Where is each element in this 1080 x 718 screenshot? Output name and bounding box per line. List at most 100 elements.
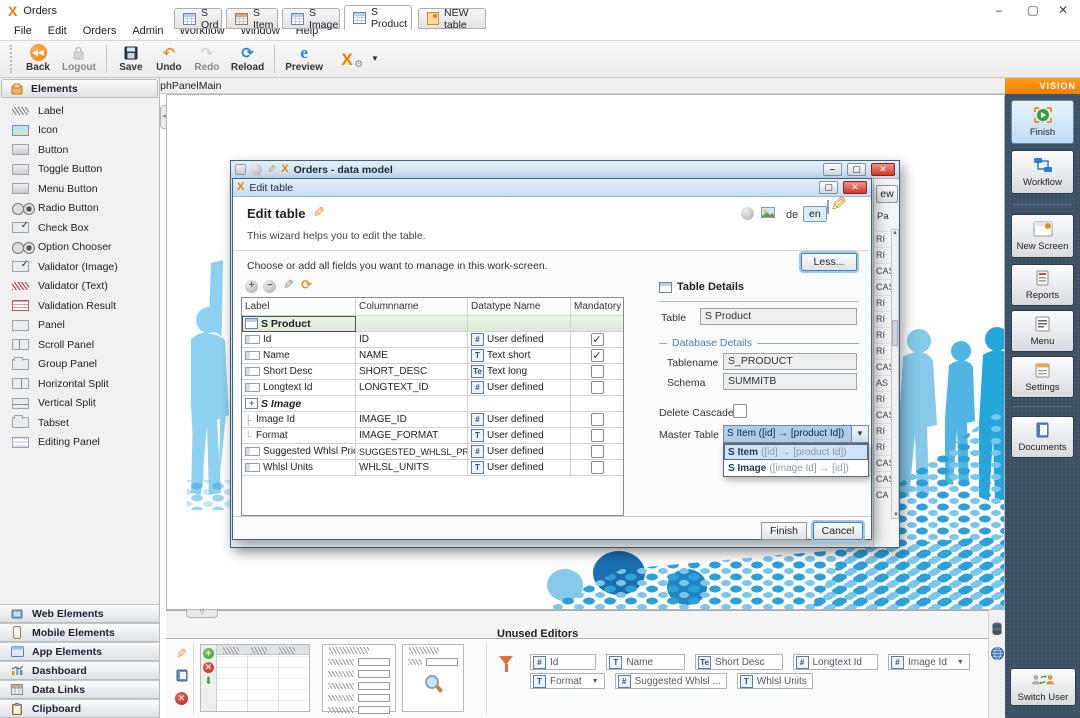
mandatory-checkbox[interactable]: ✓ [591,333,604,346]
palette-item-check-box[interactable]: Check Box [0,218,159,238]
elements-header[interactable]: Elements [1,79,158,98]
save-button[interactable]: Save [112,41,150,77]
field-row-datatype[interactable]: #User defined [468,444,571,460]
field-row-mandatory[interactable] [571,412,623,428]
palette-item-validation-result[interactable]: Validation Result [0,296,159,316]
settings-rail-button[interactable]: Settings [1011,356,1074,398]
group-row-s-image[interactable]: S Image [242,396,356,412]
maximize-button[interactable]: ▢ [1016,0,1050,22]
palette-item-panel[interactable]: Panel [0,316,159,336]
tab-s-image[interactable]: S Image [282,8,340,29]
add-field-icon[interactable]: + [245,280,258,293]
field-row-datatype[interactable]: #User defined [468,332,571,348]
field-row-columnname[interactable]: SHORT_DESC [356,364,468,380]
editor-chip-id[interactable]: #Id [530,654,596,670]
field-row-columnname[interactable]: IMAGE_ID [356,412,468,428]
palette-item-option-chooser[interactable]: Option Chooser [0,238,159,258]
hand-tool-icon[interactable] [741,207,754,220]
field-row-label[interactable]: ├Image Id [242,412,356,428]
field-row-label[interactable]: Short Desc [242,364,356,380]
preview-button[interactable]: e Preview [280,41,328,77]
field-row-label[interactable]: Name [242,348,356,364]
combo-chevron-icon[interactable]: ▼ [851,426,868,442]
menu-admin[interactable]: Admin [124,23,171,39]
workflow-rail-button[interactable]: Workflow [1011,150,1074,194]
editor-chip-name[interactable]: TName [606,654,685,670]
reports-rail-button[interactable]: Reports [1011,264,1074,306]
editor-chip-longtext-id[interactable]: #Longtext Id [793,654,878,670]
redo-button[interactable]: ↷ Redo [188,41,226,77]
palette-item-button[interactable]: Button [0,140,159,160]
window-tool-icon[interactable] [251,164,262,175]
accordion-web-elements[interactable]: Web Elements [0,604,159,623]
field-row-datatype[interactable]: TText short [468,348,571,364]
column-header-label[interactable]: Label [242,298,356,316]
close-button[interactable]: ✕ [1046,0,1080,22]
palette-item-validator-image[interactable]: Validator (Image) [0,257,159,277]
field-row-mandatory[interactable] [571,444,623,460]
refresh-fields-icon[interactable]: ⟳ [301,277,312,293]
image-tool-icon[interactable] [761,207,775,221]
field-row-mandatory[interactable] [571,380,623,396]
editor-chip-short-desc[interactable]: TeShort Desc [695,654,782,670]
database-icon[interactable] [992,622,1002,639]
cancel-button[interactable]: Cancel [813,522,863,540]
mandatory-checkbox[interactable] [591,445,604,458]
mandatory-checkbox[interactable] [591,381,604,394]
field-row-label[interactable]: Whlsl Units [242,460,356,476]
switch-user-button[interactable]: Switch User [1010,668,1076,706]
mandatory-checkbox[interactable] [591,429,604,442]
table-widget-template[interactable]: + ✕ ⬇ [200,644,310,712]
dropdown-option-s-item[interactable]: S Item ([id] → [product Id]) [724,444,868,460]
data-model-titlebar[interactable]: ✎ X Orders - data model – ▢ ✕ [231,161,899,179]
delete-cascade-checkbox[interactable] [733,404,747,418]
reload-button[interactable]: ⟳ Reload [226,41,269,77]
menu-file[interactable]: File [6,23,40,39]
editor-chip-image-id[interactable]: #Image Id▼ [888,654,970,670]
palette-item-validator-text[interactable]: Validator (Text) [0,277,159,297]
new-screen-rail-button[interactable]: New Screen [1011,214,1074,258]
palette-item-scroll-panel[interactable]: Scroll Panel [0,335,159,355]
window-maximize-button[interactable]: ▢ [847,163,866,176]
filter-funnel-icon[interactable] [499,656,513,665]
master-table-combo[interactable]: S Item ([id] → [product Id]) ▼ [723,425,869,443]
field-row-columnname[interactable]: WHLSL_UNITS [356,460,468,476]
field-row-mandatory[interactable] [571,428,623,444]
accordion-clipboard[interactable]: Clipboard [0,699,159,718]
documents-rail-button[interactable]: Documents [1011,416,1074,458]
accordion-app-elements[interactable]: App Elements [0,642,159,661]
window-tool-icon[interactable] [235,164,246,175]
mandatory-checkbox[interactable] [591,413,604,426]
field-row-columnname[interactable]: LONGTEXT_ID [356,380,468,396]
visionx-button[interactable]: X⚙ [328,41,366,77]
field-row-datatype[interactable]: TUser defined [468,428,571,444]
palette-item-toggle-button[interactable]: Toggle Button [0,160,159,180]
logout-button[interactable]: Logout [57,41,101,77]
menu-rail-button[interactable]: Menu [1011,310,1074,352]
column-header-columnname[interactable]: Columnname [356,298,468,316]
remove-field-icon[interactable]: − [263,280,276,293]
edit-pencil-icon[interactable]: ✎ [176,646,187,662]
field-row-datatype[interactable]: TUser defined [468,460,571,476]
menu-edit[interactable]: Edit [40,23,75,39]
accordion-mobile-elements[interactable]: Mobile Elements [0,623,159,642]
window-minimize-button[interactable]: – [823,163,842,176]
globe-icon[interactable] [991,647,1004,663]
field-row-label[interactable]: Suggested Whlsl Price [242,444,356,460]
clipped-new-button[interactable]: ew [876,185,898,203]
palette-item-vertical-split[interactable]: Vertical Split [0,394,159,414]
field-row-mandatory[interactable]: ✓ [571,332,623,348]
back-button[interactable]: ◀◀ Back [19,41,57,77]
palette-item-radio-button[interactable]: Radio Button [0,199,159,219]
menu-orders[interactable]: Orders [75,23,125,39]
field-row-label[interactable]: Id [242,332,356,348]
edit-field-icon[interactable]: ✎ [283,277,294,293]
field-row-columnname[interactable]: IMAGE_FORMAT [356,428,468,444]
accordion-data-links[interactable]: Data Links [0,680,159,699]
mandatory-checkbox[interactable] [591,461,604,474]
dropdown-option-s-image[interactable]: S Image ([image Id] → [id]) [724,460,868,476]
delete-icon[interactable]: ✕ [175,692,188,705]
field-row-mandatory[interactable]: ✓ [571,348,623,364]
finish-rail-button[interactable]: Finish [1011,100,1074,144]
bottom-panel-collapse-tab[interactable]: ▽ [186,610,218,618]
